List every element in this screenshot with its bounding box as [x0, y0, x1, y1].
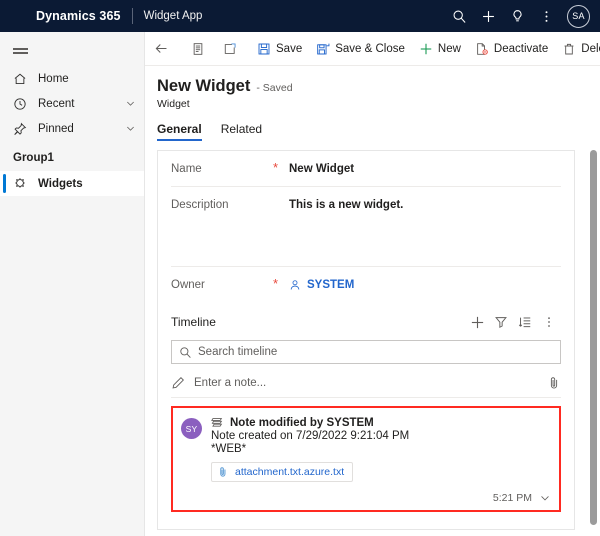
- sidebar-item-widgets[interactable]: Widgets: [0, 171, 144, 196]
- note-timestamp: 5:21 PM: [492, 492, 532, 504]
- search-icon[interactable]: [446, 3, 472, 29]
- sidebar: Home Recent Pinned Group1 Widgets: [0, 32, 145, 536]
- person-icon: [289, 279, 301, 291]
- save-button[interactable]: Save: [250, 32, 309, 66]
- save-and-close-button[interactable]: Save & Close: [309, 32, 412, 66]
- new-button[interactable]: New: [412, 32, 468, 66]
- app-name-label: Widget App: [143, 10, 203, 22]
- paperclip-icon: [217, 466, 229, 478]
- form-tabs: General Related: [145, 110, 600, 141]
- sidebar-item-label: Pinned: [38, 122, 74, 135]
- more-vertical-icon[interactable]: [533, 3, 559, 29]
- more-vertical-icon[interactable]: [537, 311, 561, 333]
- timeline-header: Timeline: [171, 302, 561, 340]
- brand-label: Dynamics 365: [36, 9, 121, 23]
- field-row-owner: Owner * SYSTEM: [171, 267, 561, 302]
- field-label: Description: [171, 199, 229, 211]
- note-title-label: Note modified by SYSTEM: [230, 416, 374, 429]
- filter-icon[interactable]: [489, 311, 513, 333]
- description-field-value[interactable]: This is a new widget.: [289, 199, 403, 211]
- app-header: Dynamics 365 Widget App SA: [0, 0, 600, 32]
- sidebar-group-label: Group1: [13, 152, 54, 164]
- home-icon: [13, 72, 30, 86]
- save-icon: [257, 42, 271, 56]
- clock-icon: [13, 97, 30, 111]
- owner-field-value[interactable]: SYSTEM: [289, 279, 354, 291]
- save-button-label: Save: [276, 42, 303, 55]
- avatar: SY: [181, 418, 202, 439]
- form-icon: [191, 42, 205, 56]
- save-close-icon: [316, 42, 330, 56]
- open-in-new-window-button[interactable]: [214, 32, 246, 66]
- sidebar-item-label: Recent: [38, 97, 75, 110]
- sidebar-item-pinned[interactable]: Pinned: [0, 116, 144, 141]
- arrow-left-icon: [154, 41, 169, 56]
- note-title-row: Note modified by SYSTEM: [211, 416, 551, 429]
- timeline-note-input[interactable]: Enter a note...: [171, 368, 561, 398]
- note-icon: [211, 416, 224, 429]
- delete-button[interactable]: Delete: [555, 32, 600, 66]
- attachment-chip[interactable]: attachment.txt.azure.txt: [211, 462, 354, 482]
- pencil-icon: [171, 376, 185, 390]
- sidebar-item-label: Widgets: [38, 177, 83, 190]
- widget-gear-icon: [13, 177, 30, 191]
- search-input[interactable]: [198, 346, 553, 358]
- scrollbar-thumb[interactable]: [590, 150, 597, 525]
- sidebar-item-recent[interactable]: Recent: [0, 91, 144, 116]
- timeline-title: Timeline: [171, 315, 216, 329]
- delete-button-label: Delete: [581, 42, 600, 55]
- tab-related[interactable]: Related: [221, 119, 262, 141]
- sidebar-item-label: Home: [38, 72, 69, 85]
- timeline-note-card[interactable]: SY Note modified by SYSTEM Note created …: [171, 406, 561, 512]
- field-label: Owner: [171, 279, 205, 291]
- tab-general[interactable]: General: [157, 119, 202, 141]
- save-status-label: - Saved: [256, 82, 293, 94]
- note-placeholder-label: Enter a note...: [194, 376, 267, 389]
- record-title-row: New Widget - Saved: [145, 66, 600, 96]
- required-indicator: *: [273, 160, 279, 175]
- note-body: Note modified by SYSTEM Note created on …: [211, 416, 551, 506]
- popout-icon: [223, 42, 237, 56]
- note-footer: 5:21 PM: [211, 492, 551, 506]
- lightbulb-icon[interactable]: [504, 3, 530, 29]
- sort-icon[interactable]: [513, 311, 537, 333]
- hamburger-menu-icon[interactable]: [0, 32, 144, 66]
- new-button-label: New: [437, 42, 461, 55]
- form-panel: Name * New Widget Description This is a …: [157, 150, 575, 530]
- chevron-down-icon[interactable]: [539, 492, 551, 504]
- sidebar-item-home[interactable]: Home: [0, 66, 144, 91]
- plus-icon[interactable]: [475, 3, 501, 29]
- note-created-label: Note created on 7/29/2022 9:21:04 PM: [211, 430, 410, 442]
- deactivate-button-label: Deactivate: [493, 42, 549, 55]
- main-content: New Widget - Saved Widget General Relate…: [145, 66, 600, 536]
- attachment-name-label: attachment.txt.azure.txt: [235, 466, 345, 478]
- pin-icon: [13, 122, 30, 136]
- deactivate-button[interactable]: Deactivate: [468, 32, 555, 66]
- trash-icon: [562, 42, 576, 56]
- chevron-down-icon[interactable]: [125, 98, 136, 109]
- user-avatar[interactable]: SA: [567, 4, 590, 28]
- save-and-close-button-label: Save & Close: [335, 42, 405, 55]
- add-timeline-record-icon[interactable]: [465, 311, 489, 333]
- search-icon: [179, 346, 192, 359]
- field-row-name: Name * New Widget: [171, 151, 561, 187]
- entity-name-label: Widget: [157, 98, 190, 110]
- plus-icon: [419, 42, 433, 56]
- vertical-scrollbar[interactable]: [590, 150, 597, 525]
- paperclip-icon[interactable]: [547, 376, 561, 390]
- chevron-down-icon[interactable]: [125, 123, 136, 134]
- command-bar: Save Save & Close New Deactivate Del: [145, 32, 600, 66]
- note-text-label: *WEB*: [211, 443, 247, 455]
- timeline-search[interactable]: [171, 340, 561, 364]
- owner-name-label: SYSTEM: [307, 279, 355, 291]
- back-button[interactable]: [145, 32, 178, 66]
- name-field-value[interactable]: New Widget: [289, 163, 354, 175]
- required-indicator: *: [273, 276, 279, 291]
- form-selector-button[interactable]: [182, 32, 214, 66]
- brand-divider: [131, 8, 133, 24]
- field-row-description: Description This is a new widget.: [171, 187, 561, 267]
- page-title: New Widget: [157, 77, 251, 95]
- deactivate-icon: [475, 42, 489, 56]
- field-label: Name: [171, 163, 202, 175]
